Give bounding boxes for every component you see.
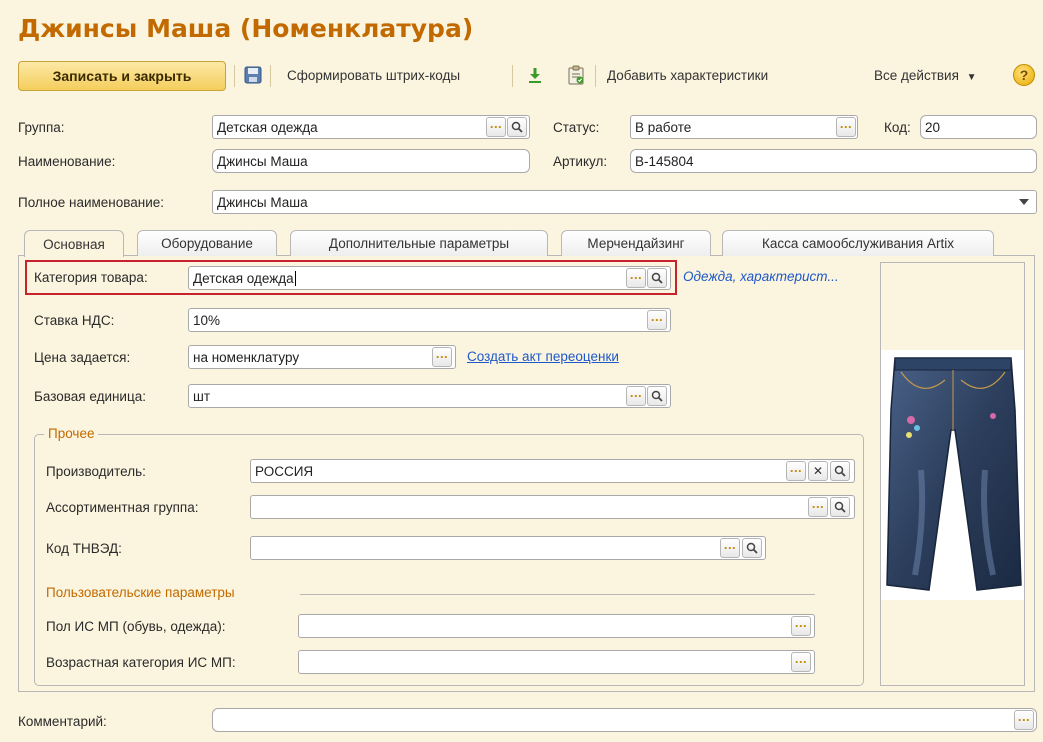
save-close-button[interactable]: Записать и закрыть (18, 61, 226, 91)
user-params-divider (300, 594, 815, 595)
status-choose-button[interactable]: ... (836, 117, 856, 137)
group-label: Группа: (18, 120, 65, 135)
download-icon[interactable] (524, 64, 546, 86)
manufacturer-label: Производитель: (46, 464, 146, 479)
assortment-choose-button[interactable]: ... (808, 497, 828, 517)
user-params-legend: Пользовательские параметры (44, 585, 239, 600)
all-actions-menu[interactable]: Все действия ▼ (874, 68, 977, 83)
assortment-label: Ассортиментная группа: (46, 500, 199, 515)
gender-choose-button[interactable]: ... (791, 616, 811, 636)
name-label: Наименование: (18, 154, 116, 169)
vat-field[interactable]: 10% (188, 308, 671, 332)
gender-label: Пол ИС МП (обувь, одежда): (46, 619, 226, 634)
age-label: Возрастная категория ИС МП: (46, 655, 236, 670)
other-legend: Прочее (44, 426, 99, 441)
search-icon[interactable] (830, 461, 850, 481)
code-field[interactable]: 20 (920, 115, 1037, 139)
group-field[interactable]: Детская одежда (212, 115, 530, 139)
age-choose-button[interactable]: ... (791, 652, 811, 672)
tab-merchandising[interactable]: Мерчендайзинг (561, 230, 711, 256)
comment-field[interactable] (212, 708, 1037, 732)
comment-label: Комментарий: (18, 714, 107, 729)
all-actions-label: Все действия (874, 68, 959, 83)
fullname-label: Полное наименование: (18, 195, 165, 210)
vat-label: Ставка НДС: (34, 313, 115, 328)
help-icon[interactable]: ? (1013, 64, 1035, 86)
tnved-label: Код ТНВЭД: (46, 541, 122, 556)
tab-additional-params[interactable]: Дополнительные параметры (290, 230, 548, 256)
tab-equipment[interactable]: Оборудование (137, 230, 277, 256)
search-icon[interactable] (647, 386, 667, 406)
price-choose-button[interactable]: ... (432, 347, 452, 367)
status-field[interactable]: В работе (630, 115, 858, 139)
dropdown-icon[interactable] (1014, 192, 1034, 212)
add-characteristics-button[interactable]: Добавить характеристики (607, 68, 768, 83)
price-label: Цена задается: (34, 350, 131, 365)
age-field[interactable] (298, 650, 815, 674)
vat-choose-button[interactable]: ... (647, 310, 667, 330)
unit-field[interactable]: шт (188, 384, 671, 408)
chevron-down-icon: ▼ (966, 72, 977, 83)
tab-self-checkout-artix[interactable]: Касса самообслуживания Artix (722, 230, 994, 256)
price-field[interactable]: на номенклатуру (188, 345, 456, 369)
toolbar-separator (512, 65, 513, 87)
code-label: Код: (884, 120, 911, 135)
page-title: Джинсы Маша (Номенклатура) (18, 14, 474, 43)
product-photo (881, 350, 1024, 600)
status-label: Статус: (553, 120, 600, 135)
create-revaluation-link[interactable]: Создать акт переоценки (467, 349, 619, 364)
toolbar-separator (234, 65, 235, 87)
gender-field[interactable] (298, 614, 815, 638)
comment-choose-button[interactable]: ... (1014, 710, 1034, 730)
category-choose-button[interactable]: ... (626, 268, 646, 288)
article-label: Артикул: (553, 154, 608, 169)
fullname-field[interactable]: Джинсы Маша (212, 190, 1037, 214)
category-characteristics-link[interactable]: Одежда, характерист... (683, 269, 839, 284)
category-label: Категория товара: (34, 270, 148, 285)
article-field[interactable]: В-145804 (630, 149, 1037, 173)
generate-barcodes-button[interactable]: Сформировать штрих-коды (287, 68, 460, 83)
clipboard-icon[interactable] (565, 63, 587, 87)
manufacturer-choose-button[interactable]: ... (786, 461, 806, 481)
toolbar-separator (595, 65, 596, 87)
search-icon[interactable] (647, 268, 667, 288)
group-choose-button[interactable]: ... (486, 117, 506, 137)
clear-icon[interactable]: ✕ (808, 461, 828, 481)
category-value: Детская одежда (193, 270, 294, 286)
save-icon[interactable] (242, 64, 264, 86)
unit-label: Базовая единица: (34, 389, 146, 404)
search-icon[interactable] (742, 538, 762, 558)
name-field[interactable]: Джинсы Маша (212, 149, 530, 173)
search-icon[interactable] (507, 117, 527, 137)
unit-choose-button[interactable]: ... (626, 386, 646, 406)
search-icon[interactable] (830, 497, 850, 517)
tab-main[interactable]: Основная (24, 230, 124, 257)
assortment-field[interactable] (250, 495, 855, 519)
category-field[interactable]: Детская одежда (188, 266, 671, 290)
tnved-field[interactable] (250, 536, 766, 560)
tnved-choose-button[interactable]: ... (720, 538, 740, 558)
text-cursor (294, 270, 296, 286)
toolbar-separator (270, 65, 271, 87)
manufacturer-field[interactable]: РОССИЯ (250, 459, 855, 483)
